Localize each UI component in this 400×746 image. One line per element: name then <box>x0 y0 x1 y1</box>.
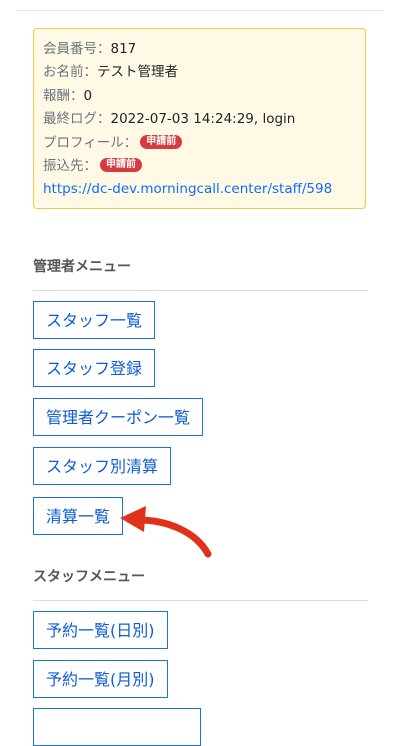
member-name-label: お名前： <box>43 64 97 80</box>
member-number-row: 会員番号：817 <box>43 38 136 60</box>
arrow-pointer-icon <box>120 506 212 558</box>
last-log-value: 2022-07-03 14:24:29, login <box>110 111 296 127</box>
reservation-monthly-button[interactable]: 予約一覧(月別) <box>33 660 168 698</box>
staff-page-link[interactable]: https://dc-dev.morningcall.center/staff/… <box>43 181 332 197</box>
transfer-label: 振込先： <box>43 158 97 174</box>
last-log-label: 最終ログ： <box>43 111 111 127</box>
next-menu-button-partial[interactable] <box>33 708 201 746</box>
member-info-card: 会員番号：817 お名前：テスト管理者 報酬：0 最終ログ：2022-07-03… <box>33 28 366 209</box>
staff-list-button[interactable]: スタッフ一覧 <box>33 301 156 339</box>
member-number-value: 817 <box>110 41 137 57</box>
last-log-row: 最終ログ：2022-07-03 14:24:29, login <box>43 108 295 130</box>
member-number-label: 会員番号： <box>43 41 111 57</box>
staff-url-row: https://dc-dev.morningcall.center/staff/… <box>43 178 332 200</box>
reservation-daily-button[interactable]: 予約一覧(日別) <box>33 611 168 649</box>
staff-settlement-button[interactable]: スタッフ別清算 <box>33 447 172 485</box>
reward-value: 0 <box>83 88 93 104</box>
transfer-row: 振込先： 申請前 <box>43 155 142 177</box>
admin-menu-title: 管理者メニュー <box>33 259 131 275</box>
reward-row: 報酬：0 <box>43 85 92 107</box>
profile-row: プロフィール： 申請前 <box>43 132 183 154</box>
staff-menu-divider <box>33 600 368 601</box>
staff-register-button[interactable]: スタッフ登録 <box>33 349 156 387</box>
member-name-value: テスト管理者 <box>97 64 178 80</box>
member-name-row: お名前：テスト管理者 <box>43 61 178 83</box>
staff-menu-title: スタッフメニュー <box>33 569 145 585</box>
admin-coupon-list-button[interactable]: 管理者クーポン一覧 <box>33 398 204 436</box>
transfer-status-badge: 申請前 <box>100 158 142 172</box>
top-divider <box>16 10 384 11</box>
reward-label: 報酬： <box>43 88 84 104</box>
profile-status-badge: 申請前 <box>140 135 183 149</box>
admin-menu-divider <box>33 290 368 291</box>
profile-label: プロフィール： <box>43 135 138 151</box>
